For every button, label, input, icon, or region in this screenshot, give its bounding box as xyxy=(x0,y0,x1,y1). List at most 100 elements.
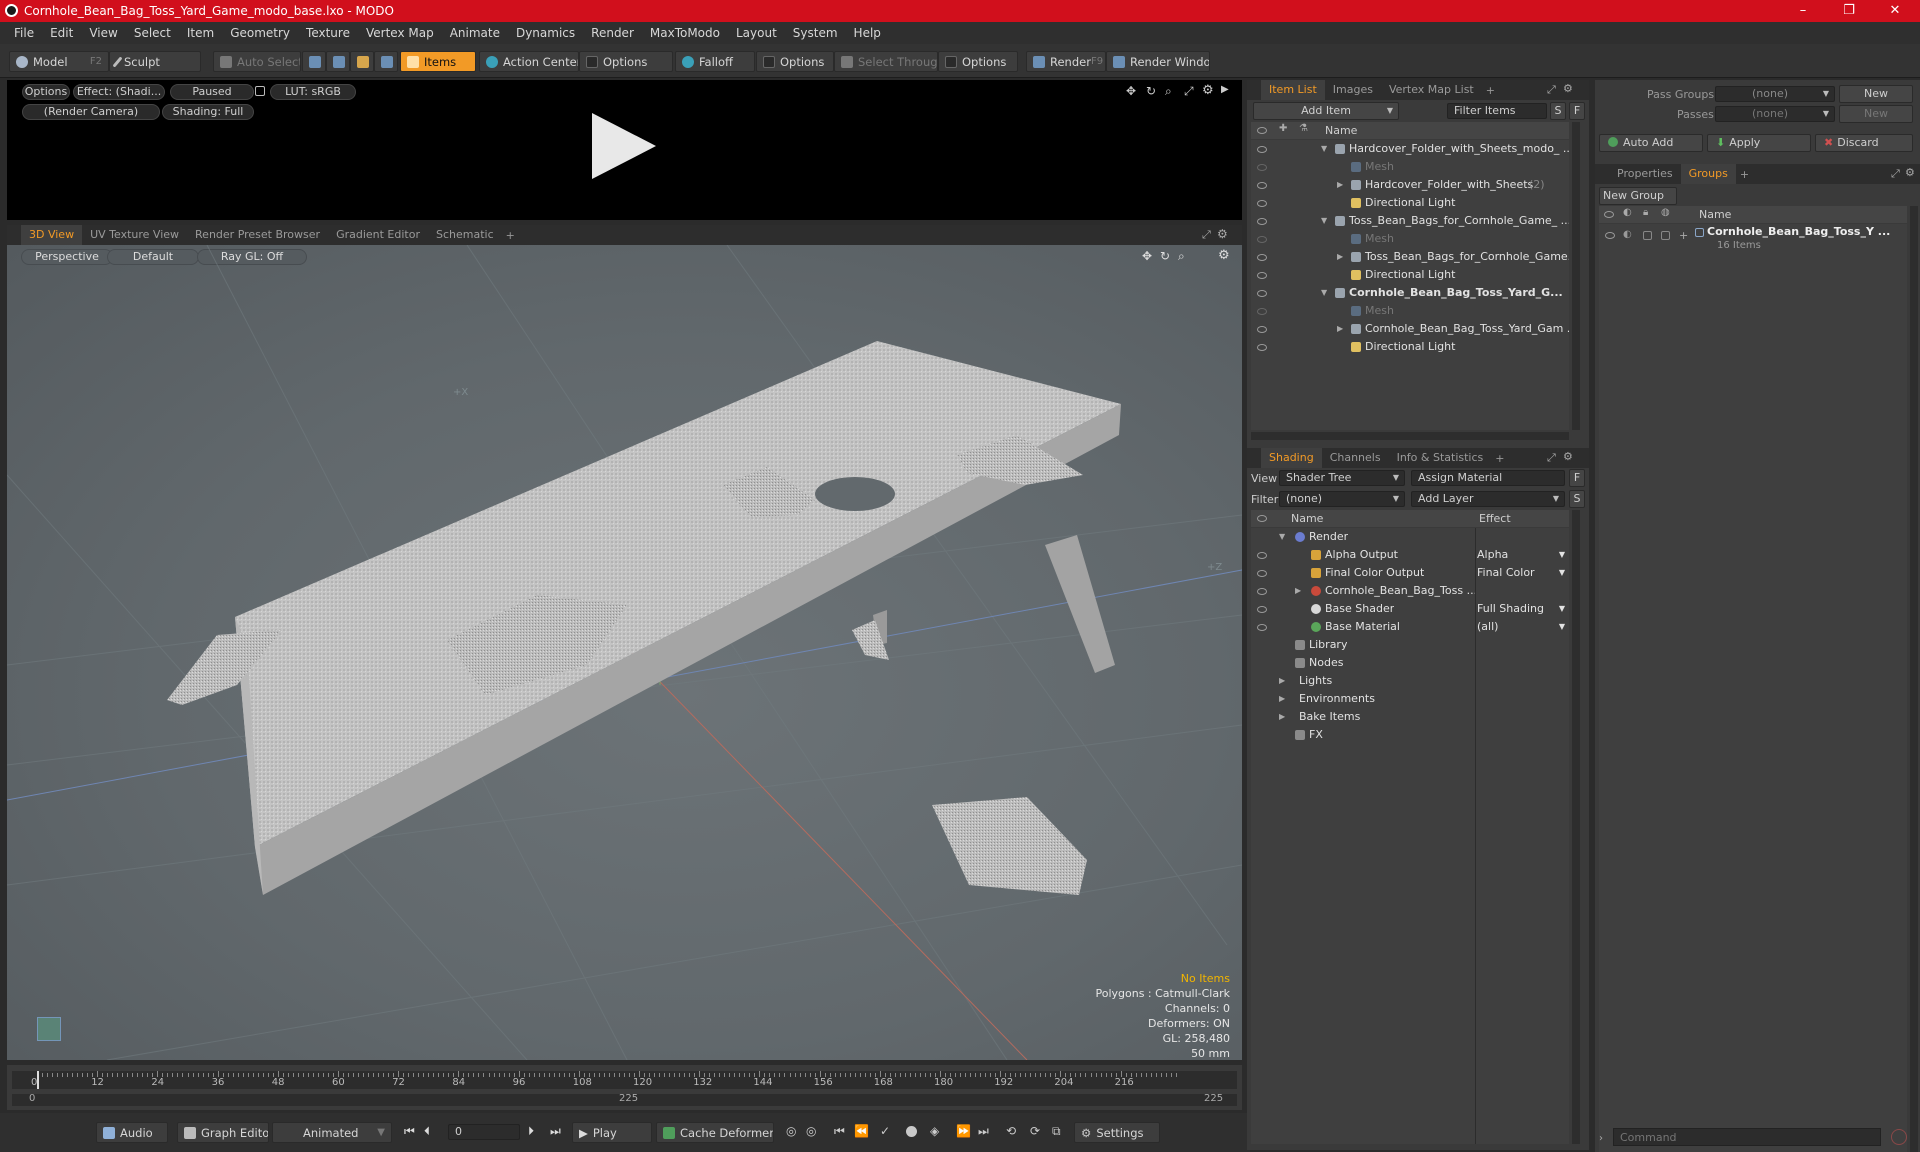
add-tab-icon[interactable]: + xyxy=(1736,168,1753,181)
shader-tree-row[interactable]: FX xyxy=(1251,726,1569,744)
shader-tree-row[interactable]: ▼ Render xyxy=(1251,528,1569,546)
key-icon[interactable]: ◎ xyxy=(786,1124,796,1138)
visibility-icon[interactable] xyxy=(1257,552,1267,559)
prev-key2-icon[interactable]: ⏪ xyxy=(854,1124,869,1138)
menu-texture[interactable]: Texture xyxy=(298,26,358,40)
items-mode-button[interactable]: Items xyxy=(400,51,476,72)
auto-key-icon[interactable]: ✓ xyxy=(880,1124,890,1138)
preview-lut-dropdown[interactable]: LUT: sRGB xyxy=(270,84,356,100)
render-preview[interactable]: Options Effect: (Shadi... Paused LUT: sR… xyxy=(7,80,1242,220)
expand-plus-icon[interactable]: + xyxy=(1679,229,1688,242)
menu-layout[interactable]: Layout xyxy=(728,26,785,40)
add-tab-icon[interactable]: + xyxy=(502,229,519,242)
shader-tree-row[interactable]: ▶ Lights xyxy=(1251,672,1569,690)
record-icon[interactable] xyxy=(906,1126,917,1137)
animated-dropdown[interactable]: Animated ▼ xyxy=(272,1122,392,1143)
view-dropdown[interactable]: Shader Tree ▼ xyxy=(1279,470,1405,486)
shader-tree-row[interactable]: Base Material (all) ▼ xyxy=(1251,618,1569,636)
visibility-icon[interactable] xyxy=(1257,290,1267,297)
item-list-row[interactable]: ▶ Cornhole_Bean_Bag_Toss_Yard_Gam ... xyxy=(1251,320,1569,338)
visibility-icon[interactable] xyxy=(1605,232,1615,239)
shader-tree-row[interactable]: ▶ Cornhole_Bean_Bag_Toss ... xyxy=(1251,582,1569,600)
model-mode-button[interactable]: Model F2 xyxy=(9,51,109,72)
preview-effect-dropdown[interactable]: Effect: (Shadi... xyxy=(73,84,165,100)
new-pass-button[interactable]: New xyxy=(1839,105,1913,123)
assign-material-dropdown[interactable]: Assign Material xyxy=(1411,470,1565,486)
expand-arrow-icon[interactable]: ▶ xyxy=(1279,690,1285,708)
passes-dropdown[interactable]: (none) ▼ xyxy=(1715,106,1835,122)
prev-key-icon[interactable]: ⏮ xyxy=(834,1124,845,1139)
preview-camera-dropdown[interactable]: (Render Camera) xyxy=(22,104,160,120)
shading-f-button[interactable]: F xyxy=(1569,469,1585,487)
menu-geometry[interactable]: Geometry xyxy=(222,26,298,40)
play-button[interactable]: ▶ Play xyxy=(572,1122,652,1143)
visibility-icon[interactable] xyxy=(1257,624,1267,631)
add-tab-icon[interactable]: + xyxy=(1482,84,1499,97)
visibility-icon[interactable] xyxy=(1257,254,1267,261)
add-layer-dropdown[interactable]: Add Layer ▼ xyxy=(1411,491,1565,507)
filter-f-button[interactable]: F xyxy=(1569,102,1585,120)
select-through-options-button[interactable]: Options xyxy=(938,51,1018,72)
lock-icon[interactable] xyxy=(255,86,265,96)
menu-item[interactable]: Item xyxy=(179,26,222,40)
menu-select[interactable]: Select xyxy=(126,26,179,40)
menu-vertex-map[interactable]: Vertex Map xyxy=(358,26,442,40)
tab-properties[interactable]: Properties xyxy=(1609,164,1681,184)
render-window-button[interactable]: Render Window xyxy=(1106,51,1210,72)
expand-icon[interactable]: ⤢ xyxy=(1547,451,1556,465)
tab-gradient-editor[interactable]: Gradient Editor xyxy=(328,225,428,245)
edge-select-button[interactable] xyxy=(326,51,350,72)
keyframe-icon[interactable]: ◈ xyxy=(930,1124,939,1138)
lock-toggle-icon[interactable] xyxy=(1643,231,1652,240)
action-center-button[interactable]: Action Center xyxy=(479,51,579,72)
gear-icon[interactable]: ⚙ xyxy=(1563,450,1573,463)
zoom-icon[interactable]: ⌕ xyxy=(1165,84,1172,99)
menu-file[interactable]: File xyxy=(6,26,42,40)
visibility-icon[interactable] xyxy=(1257,218,1267,225)
menu-dynamics[interactable]: Dynamics xyxy=(508,26,583,40)
go-to-end-icon[interactable]: ⏭ xyxy=(550,1124,561,1139)
menu-maxtomodo[interactable]: MaxToModo xyxy=(642,26,728,40)
menu-arrow-icon[interactable]: ▶ xyxy=(1221,84,1229,95)
apply-button[interactable]: ⬇ Apply xyxy=(1707,134,1811,152)
render-button[interactable]: Render F9 xyxy=(1026,51,1106,72)
shader-effect-dropdown[interactable]: (all) ▼ xyxy=(1477,618,1569,636)
sculpt-mode-button[interactable]: Sculpt xyxy=(109,51,201,72)
expand-arrow-icon[interactable]: ▶ xyxy=(1279,672,1285,690)
visibility-icon[interactable] xyxy=(1257,308,1267,315)
minimize-button[interactable]: – xyxy=(1780,0,1826,22)
falloff-button[interactable]: Falloff xyxy=(675,51,755,72)
filter-s-button[interactable]: S xyxy=(1550,102,1566,120)
item-list-row[interactable]: ▶ Hardcover_Folder_with_Sheets (2) xyxy=(1251,176,1569,194)
command-input[interactable] xyxy=(1613,1128,1881,1146)
tab-groups[interactable]: Groups xyxy=(1680,164,1736,184)
item-list-row[interactable]: Mesh xyxy=(1251,302,1569,320)
timeline[interactable]: 0 12 24 36 48 60 72 84 96 108 120 132 144 156 168 180 19… xyxy=(7,1065,1242,1110)
expand-arrow-icon[interactable]: ▶ xyxy=(1337,176,1343,194)
loop2-icon[interactable]: ⟳ xyxy=(1030,1124,1040,1138)
collapse-arrow-icon[interactable]: ▼ xyxy=(1321,284,1327,302)
loop-icon[interactable]: ⟲ xyxy=(1006,1124,1016,1138)
shader-effect-dropdown[interactable]: Full Shading ▼ xyxy=(1477,600,1569,618)
shader-tree-row[interactable]: Nodes xyxy=(1251,654,1569,672)
add-tab-icon[interactable]: + xyxy=(1491,452,1508,465)
3d-viewport[interactable]: Perspective Default Ray GL: Off ✥ ↻ ⌕ ⚙ xyxy=(7,245,1242,1060)
add-item-dropdown[interactable]: Add Item ▼ xyxy=(1253,102,1399,120)
shading-vscrollbar[interactable] xyxy=(1572,510,1580,1144)
next-key2-icon[interactable]: ⏭ xyxy=(978,1124,989,1139)
step-forward-icon[interactable]: ⏵ xyxy=(528,1124,534,1139)
polygon-select-button[interactable] xyxy=(350,51,374,72)
tab-channels[interactable]: Channels xyxy=(1322,448,1389,468)
visibility-icon[interactable] xyxy=(1257,344,1267,351)
tab-shading[interactable]: Shading xyxy=(1261,448,1322,468)
item-list-row[interactable]: Mesh xyxy=(1251,230,1569,248)
audio-button[interactable]: Audio xyxy=(96,1122,168,1143)
key-filter-icon[interactable]: ◎ xyxy=(806,1124,816,1138)
menu-edit[interactable]: Edit xyxy=(42,26,81,40)
expand-arrow-icon[interactable]: ▶ xyxy=(1279,708,1285,726)
visibility-icon[interactable] xyxy=(1257,200,1267,207)
visibility-icon[interactable] xyxy=(1257,606,1267,613)
gear-icon[interactable]: ⚙ xyxy=(1563,82,1573,95)
visibility-icon[interactable] xyxy=(1257,164,1267,171)
tab-3d-view[interactable]: 3D View xyxy=(21,225,83,245)
